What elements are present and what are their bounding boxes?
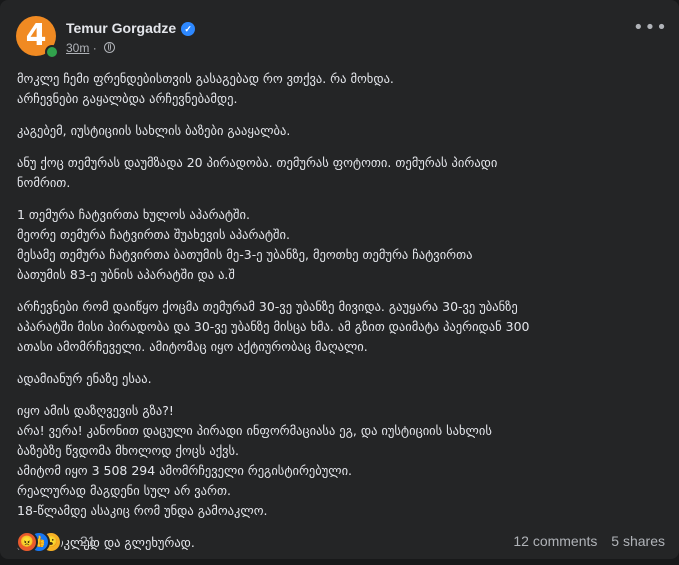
post-text-line: ბაზებზე წვდომა მხოლოდ ქოცს აქვს.: [17, 443, 240, 458]
post-stats: 12 comments 5 shares: [503, 533, 665, 549]
post-paragraph: არჩევნები რომ დაიწყო ქოცმა თემურამ 30-ვე…: [17, 297, 667, 357]
post-text-line: 18-წლამდე ასაკიც რომ უნდა გამოაკლო.: [17, 503, 268, 518]
online-status-icon: [45, 45, 59, 59]
post-card: 4 Temur Gorgadze ✓ 30m · ••• მოკლე ჩემი ფ…: [0, 0, 679, 559]
meta-separator: ·: [92, 41, 101, 55]
post-text-line: მოკლე ჩემი ფრენდებისთვის გასაგებად რო ვთ…: [17, 71, 394, 86]
post-paragraph: ადამიანურ ენაზე ესაა.: [17, 369, 667, 389]
verified-badge-icon: ✓: [181, 22, 196, 36]
more-options-icon[interactable]: •••: [633, 19, 667, 42]
post-paragraph: 1 თემურა ჩატვირთა ხულოს აპარატში. მეორე თ…: [17, 205, 667, 285]
post-text-line: მესამე თემურა ჩატვირთა ბათუმის მე-3-ე უბ…: [17, 247, 473, 262]
post-text-line: არა! ვერა! კანონით დაცული პირადი ინფორმა…: [17, 423, 492, 438]
post-paragraph: იყო ამის დაზღვევის გზა?! არა! ვერა! კანონ…: [17, 401, 667, 521]
post-text-line: მეორე თემურა ჩატვირთა შუახევის აპარატში.: [17, 227, 290, 242]
post-text-line: რეალურად მაგდენი სულ არ ვართ.: [17, 483, 231, 498]
post-text-line: ადამიანურ ენაზე ესაა.: [17, 371, 152, 386]
post-meta: 30m ·: [66, 41, 116, 55]
post-text-line: ამიტომ იყო 3 508 294 ამომრჩეველი რეგისტი…: [17, 463, 353, 478]
avatar-text: 4: [25, 18, 47, 53]
post-text-line: ბათუმის 83-ე უბნის აპარატში და ა.შ: [17, 267, 235, 282]
post-text-line: 1 თემურა ჩატვირთა ხულოს აპარატში.: [17, 207, 250, 222]
shares-count-link[interactable]: 5 shares: [611, 533, 665, 549]
post-text-line: იყო ამის დაზღვევის გზა?!: [17, 403, 174, 418]
post-header: 4 Temur Gorgadze ✓ 30m · •••: [16, 16, 667, 60]
comments-count-link[interactable]: 12 comments: [513, 533, 597, 549]
post-body: მოკლე ჩემი ფრენდებისთვის გასაგებად რო ვთ…: [17, 69, 667, 565]
post-paragraph: ანუ ქოც თემურას დაუმზადა 20 პირადობა. თე…: [17, 153, 667, 193]
post-footer: 😠 👍 😮 21 12 comments 5 shares: [16, 531, 665, 553]
post-text-line: ნომრით.: [17, 175, 71, 190]
author-name-text: Temur Gorgadze: [66, 20, 177, 36]
post-text-line: ათასი ამომრჩეველი. ამიტომაც იყო აქტიურობ…: [17, 339, 368, 354]
post-paragraph: მოკლე ჩემი ფრენდებისთვის გასაგებად რო ვთ…: [17, 69, 667, 109]
post-text-line: არჩევნები რომ დაიწყო ქოცმა თემურამ 30-ვე…: [17, 299, 518, 314]
post-text-line: კაგებემ, იუსტიციის სახლის ბაზები გააყალბ…: [17, 123, 291, 138]
post-timestamp[interactable]: 30m: [66, 41, 89, 55]
reaction-count: 21: [80, 533, 96, 549]
post-paragraph: კაგებემ, იუსტიციის სახლის ბაზები გააყალბ…: [17, 121, 667, 141]
post-text-line: არჩევნები გაყალბდა არჩევნებამდე.: [17, 91, 238, 106]
post-text-line: ანუ ქოც თემურას დაუმზადა 20 პირადობა. თე…: [17, 155, 498, 170]
post-text-line: აპარატში მისი პირადობა და 30-ვე უბანზე მ…: [17, 319, 530, 334]
globe-icon[interactable]: [104, 42, 116, 53]
author-name[interactable]: Temur Gorgadze ✓: [66, 20, 196, 36]
angry-reaction-icon: 😠: [16, 531, 38, 553]
